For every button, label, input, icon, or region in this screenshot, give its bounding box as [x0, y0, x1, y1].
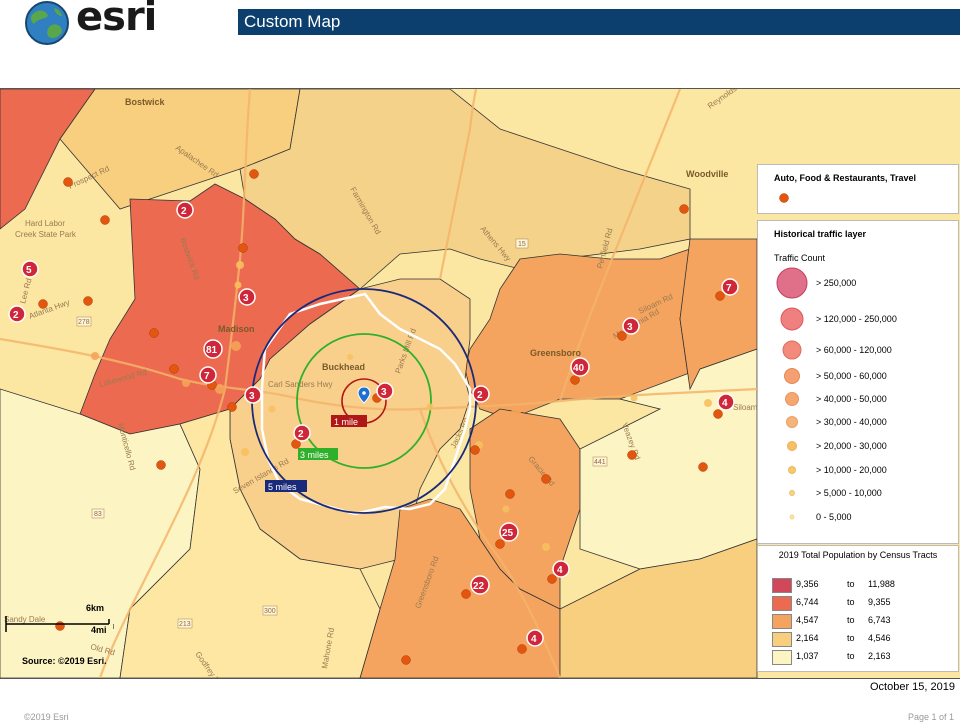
cluster-badge: 40 — [570, 357, 590, 377]
svg-text:2: 2 — [181, 206, 187, 217]
svg-text:4: 4 — [722, 398, 728, 409]
ring-label-1-mile: 1 mile — [334, 417, 358, 427]
svg-text:4: 4 — [531, 634, 537, 645]
svg-text:3: 3 — [243, 293, 249, 304]
svg-text:2: 2 — [298, 429, 304, 440]
route-shield: 83 — [94, 511, 102, 518]
route-shield: 213 — [179, 621, 191, 628]
scale-km-label: 6km — [86, 603, 105, 613]
svg-text:4: 4 — [557, 565, 563, 576]
traffic-class-label: > 50,000 - 60,000 — [816, 371, 887, 381]
population-swatch — [772, 578, 792, 593]
ring-label-3-miles: 3 miles — [300, 450, 329, 460]
page-title: Custom Map — [244, 12, 341, 31]
cluster-badge: 5 — [21, 260, 39, 278]
ring-label-5-miles: 5 miles — [268, 482, 297, 492]
route-shield: 441 — [594, 459, 606, 466]
traffic-class-label: > 10,000 - 20,000 — [816, 465, 887, 475]
place-madison: Madison — [218, 324, 255, 334]
cluster-badge: 3 — [376, 382, 394, 400]
route-shield: 15 — [518, 241, 526, 248]
cluster-badge: 22 — [470, 575, 490, 595]
brand-name: esri — [76, 0, 157, 40]
legend-population: 2019 Total Population by Census Tracts 9… — [757, 545, 959, 672]
svg-text:7: 7 — [726, 283, 732, 294]
globe-icon — [25, 1, 69, 45]
population-row: 9,356 to 11,988 — [772, 578, 952, 593]
traffic-class-label: > 120,000 - 250,000 — [816, 314, 897, 324]
population-swatch — [772, 650, 792, 665]
footer-copyright: ©2019 Esri — [24, 712, 69, 722]
traffic-class-label: > 250,000 — [816, 278, 857, 288]
traffic-class-label: > 5,000 - 10,000 — [816, 488, 882, 498]
traffic-class-label: > 20,000 - 30,000 — [816, 441, 887, 451]
population-swatch — [772, 632, 792, 647]
cluster-badge: 4 — [552, 560, 570, 578]
place-siloam: Siloam — [733, 403, 758, 412]
report-date: October 15, 2019 — [870, 681, 956, 693]
cluster-badge: 25 — [499, 522, 519, 542]
legend-business: Auto, Food & Restaurants, Travel — [757, 164, 959, 214]
traffic-class-label: > 60,000 - 120,000 — [816, 345, 892, 355]
svg-text:3: 3 — [627, 322, 633, 333]
cluster-badge: 7 — [199, 366, 217, 384]
place-bostwick: Bostwick — [125, 97, 166, 107]
population-row: 4,547 to 6,743 — [772, 614, 952, 629]
route-shield: 278 — [78, 319, 90, 326]
svg-text:5: 5 — [26, 265, 32, 276]
population-row: 6,744 to 9,355 — [772, 596, 952, 611]
traffic-class-label: > 40,000 - 50,000 — [816, 394, 887, 404]
title-bar: Custom Map — [238, 9, 960, 35]
business-point-icon — [779, 193, 789, 203]
legend-traffic-title: Historical traffic layer — [774, 229, 867, 239]
map-canvas[interactable]: Bostwick Madison Buckhead Greensboro Woo… — [0, 88, 960, 679]
esri-logo: esri — [24, 0, 174, 46]
svg-text:2: 2 — [477, 390, 483, 401]
svg-text:22: 22 — [473, 581, 485, 592]
cluster-badge: 4 — [526, 629, 544, 647]
scale-mi-label: 4mi — [91, 625, 107, 635]
place-creek-state-park: Creek State Park — [15, 230, 77, 239]
route-shield: 300 — [264, 608, 276, 615]
svg-text:3: 3 — [249, 391, 255, 402]
svg-text:7: 7 — [204, 371, 210, 382]
place-buckhead: Buckhead — [322, 362, 365, 372]
population-row: 1,037 to 2,163 — [772, 650, 952, 665]
legend-population-title: 2019 Total Population by Census Tracts — [778, 550, 938, 560]
cluster-badge: 3 — [622, 317, 640, 335]
road-label: Lee Rd — [18, 277, 33, 304]
cluster-badge: 2 — [293, 424, 311, 442]
svg-text:40: 40 — [573, 363, 585, 374]
cluster-badge: 7 — [721, 278, 739, 296]
svg-text:3: 3 — [381, 387, 387, 398]
legend-business-title: Auto, Food & Restaurants, Travel — [774, 173, 917, 183]
cluster-badge: 3 — [238, 288, 256, 306]
cluster-badge: 3 — [244, 386, 262, 404]
population-swatch — [772, 614, 792, 629]
traffic-symbol-scale — [776, 267, 808, 520]
scale-bar: 6km 4mi — [4, 603, 114, 637]
cluster-badge: 2 — [176, 201, 194, 219]
road-label: Reynolds Rd — [706, 89, 749, 111]
cluster-badge: 2 — [8, 305, 26, 323]
source-credit: Source: ©2019 Esri. — [22, 656, 107, 666]
road-label: Atlanta Hwy — [28, 298, 71, 321]
cluster-badge: 2 — [472, 385, 490, 403]
place-greensboro: Greensboro — [530, 348, 582, 358]
svg-text:2: 2 — [13, 310, 19, 321]
traffic-class-label: > 30,000 - 40,000 — [816, 417, 887, 427]
population-row: 2,164 to 4,546 — [772, 632, 952, 647]
cluster-badge: 4 — [717, 393, 735, 411]
traffic-class-label: 0 - 5,000 — [816, 512, 852, 522]
svg-text:81: 81 — [206, 345, 218, 356]
population-swatch — [772, 596, 792, 611]
cluster-badge: 81 — [203, 339, 223, 359]
place-hard-labor: Hard Labor — [25, 219, 65, 228]
footer-page-number: Page 1 of 1 — [908, 712, 955, 722]
place-woodville: Woodville — [686, 169, 728, 179]
legend-traffic: Historical traffic layer Traffic Count >… — [757, 220, 959, 544]
svg-text:25: 25 — [502, 528, 514, 539]
